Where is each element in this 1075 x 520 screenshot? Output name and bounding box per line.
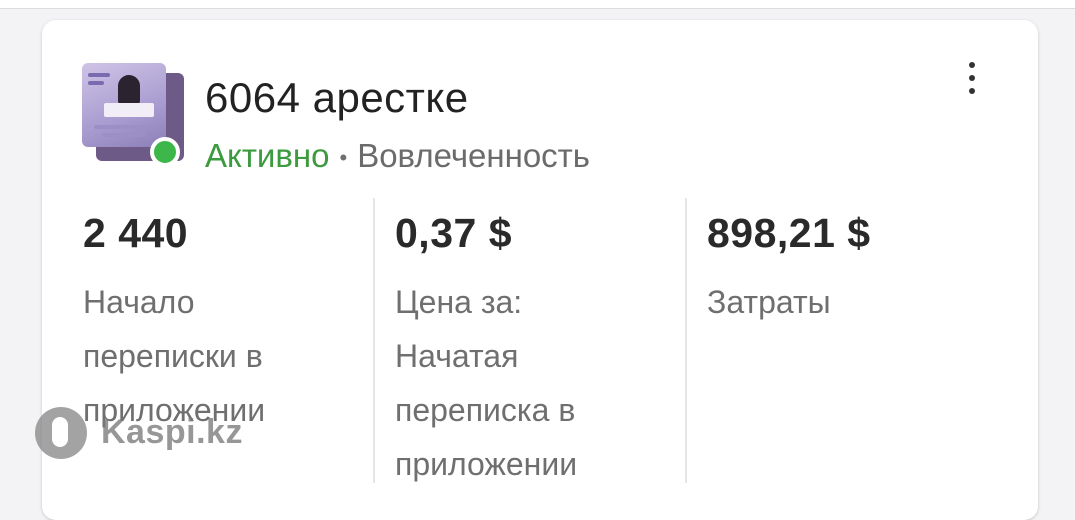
status-dot-icon <box>150 137 180 167</box>
metric-spend[interactable]: 898,21 $ Затраты <box>707 198 947 488</box>
metric-divider <box>685 198 687 483</box>
separator-dot: • <box>339 145 348 171</box>
top-divider <box>0 0 1075 9</box>
status-row: Активно • Вовлеченность <box>205 137 590 175</box>
status-active-label: Активно <box>205 137 330 174</box>
campaign-title[interactable]: 6064 арестке <box>205 74 469 122</box>
creative-text-line <box>94 125 154 129</box>
metric-label: Затраты <box>707 284 831 320</box>
metric-value: 0,37 $ <box>395 210 512 256</box>
creative-text-line <box>88 73 110 77</box>
creative-desk <box>104 103 154 117</box>
kaspi-logo-icon <box>35 406 87 459</box>
kaspi-watermark: Kaspi.kz <box>35 405 243 460</box>
watermark-text: Kaspi.kz <box>101 413 243 451</box>
campaign-thumbnail[interactable] <box>82 63 187 173</box>
ad-creative-image <box>82 63 166 147</box>
metric-cost-per-result[interactable]: 0,37 $ Цена за: Начатая переписка в прил… <box>395 198 635 488</box>
metric-label: Цена за: Начатая переписка в приложении <box>395 284 578 482</box>
creative-text-line <box>102 133 146 137</box>
metric-value: 898,21 $ <box>707 210 871 256</box>
more-options-button[interactable] <box>957 58 987 98</box>
metric-value: 2 440 <box>83 210 189 256</box>
creative-person <box>118 75 140 105</box>
metric-divider <box>373 198 375 483</box>
creative-text-line <box>88 81 104 85</box>
objective-label: Вовлеченность <box>357 137 590 174</box>
